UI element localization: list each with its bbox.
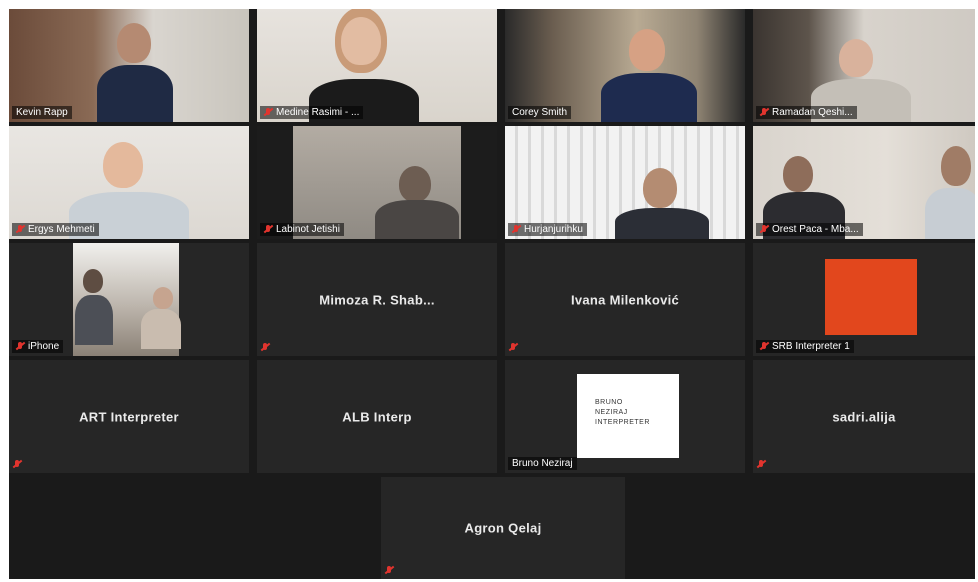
mic-muted-icon xyxy=(760,108,769,117)
mic-muted-icon xyxy=(509,343,518,352)
participant-tile[interactable]: Medine Rasimi - ... xyxy=(257,9,497,122)
participant-name-label: Medine Rasimi - ... xyxy=(260,106,364,119)
participant-name: Corey Smith xyxy=(512,107,568,118)
participant-name: Orest Paca - Mba... xyxy=(772,224,859,235)
mic-muted-icon xyxy=(512,225,521,234)
participant-tile[interactable]: SRB Interpreter 1 xyxy=(753,243,975,356)
participant-tile[interactable]: iPhone xyxy=(9,243,249,356)
participant-tile[interactable]: ALB Interp xyxy=(257,360,497,473)
participant-name: Medine Rasimi - ... xyxy=(276,107,360,118)
participant-name-label: SRB Interpreter 1 xyxy=(756,340,854,353)
participant-name-label: Orest Paca - Mba... xyxy=(756,223,863,236)
participant-tile[interactable]: Ergys Mehmeti xyxy=(9,126,249,239)
participant-name: Agron Qelaj xyxy=(464,520,542,536)
participant-tile[interactable]: ART Interpreter xyxy=(9,360,249,473)
mic-muted-icon xyxy=(16,342,25,351)
participant-name: SRB Interpreter 1 xyxy=(772,341,850,352)
mic-muted-icon xyxy=(385,566,394,575)
participant-tile[interactable]: BRUNO NEZIRAJ INTERPRETER Bruno Neziraj xyxy=(505,360,745,473)
participant-tile[interactable]: Agron Qelaj xyxy=(381,477,625,579)
participant-tile[interactable]: sadri.alija xyxy=(753,360,975,473)
participant-name: Bruno Neziraj xyxy=(512,458,573,469)
mic-muted-icon xyxy=(757,460,766,469)
participant-tile[interactable]: Orest Paca - Mba... xyxy=(753,126,975,239)
meeting-gallery: Kevin Rapp Medine Rasimi - ... Corey Smi… xyxy=(9,9,975,579)
participant-name-label: Hurjanjurihku xyxy=(508,223,587,236)
mic-muted-icon xyxy=(760,225,769,234)
participant-name-label: Corey Smith xyxy=(508,106,572,119)
logo-text: INTERPRETER xyxy=(595,419,650,426)
participant-tile[interactable]: Ramadan Qeshi... xyxy=(753,9,975,122)
participant-tile[interactable]: Labinot Jetishi xyxy=(257,126,497,239)
mic-muted-icon xyxy=(13,460,22,469)
participant-tile[interactable]: Kevin Rapp xyxy=(9,9,249,122)
mic-muted-icon xyxy=(16,225,25,234)
logo-text: BRUNO xyxy=(595,399,623,406)
mic-muted-icon xyxy=(264,108,273,117)
mic-muted-icon xyxy=(760,342,769,351)
mic-muted-icon xyxy=(261,343,270,352)
participant-name-label: Ramadan Qeshi... xyxy=(756,106,857,119)
participant-name: Ivana Milenković xyxy=(570,292,680,307)
participant-name: iPhone xyxy=(28,341,60,352)
mic-muted-icon xyxy=(264,225,273,234)
participant-name-label: Ergys Mehmeti xyxy=(12,223,99,236)
participant-name-label: Bruno Neziraj xyxy=(508,457,577,470)
participant-name: sadri.alija xyxy=(832,409,896,424)
participant-name-label: Labinot Jetishi xyxy=(260,223,344,236)
profile-picture-logo: BRUNO NEZIRAJ INTERPRETER xyxy=(577,374,679,458)
profile-picture xyxy=(825,259,917,335)
logo-text: NEZIRAJ xyxy=(595,409,628,416)
participant-name: ART Interpreter xyxy=(79,409,179,424)
participant-name: Labinot Jetishi xyxy=(276,224,340,235)
participant-name-label: Kevin Rapp xyxy=(12,106,72,119)
participant-tile[interactable]: Hurjanjurihku xyxy=(505,126,745,239)
participant-name: Mimoza R. Shab... xyxy=(319,292,435,307)
participant-name: ALB Interp xyxy=(342,409,412,424)
participant-name: Hurjanjurihku xyxy=(524,224,583,235)
participant-name: Ramadan Qeshi... xyxy=(772,107,853,118)
participant-tile[interactable]: Ivana Milenković xyxy=(505,243,745,356)
participant-name: Kevin Rapp xyxy=(16,107,68,118)
participant-tile[interactable]: Mimoza R. Shab... xyxy=(257,243,497,356)
participant-name-label: iPhone xyxy=(12,340,64,353)
participant-tile-active-speaker[interactable]: Corey Smith xyxy=(505,9,745,122)
participant-name: Ergys Mehmeti xyxy=(28,224,95,235)
